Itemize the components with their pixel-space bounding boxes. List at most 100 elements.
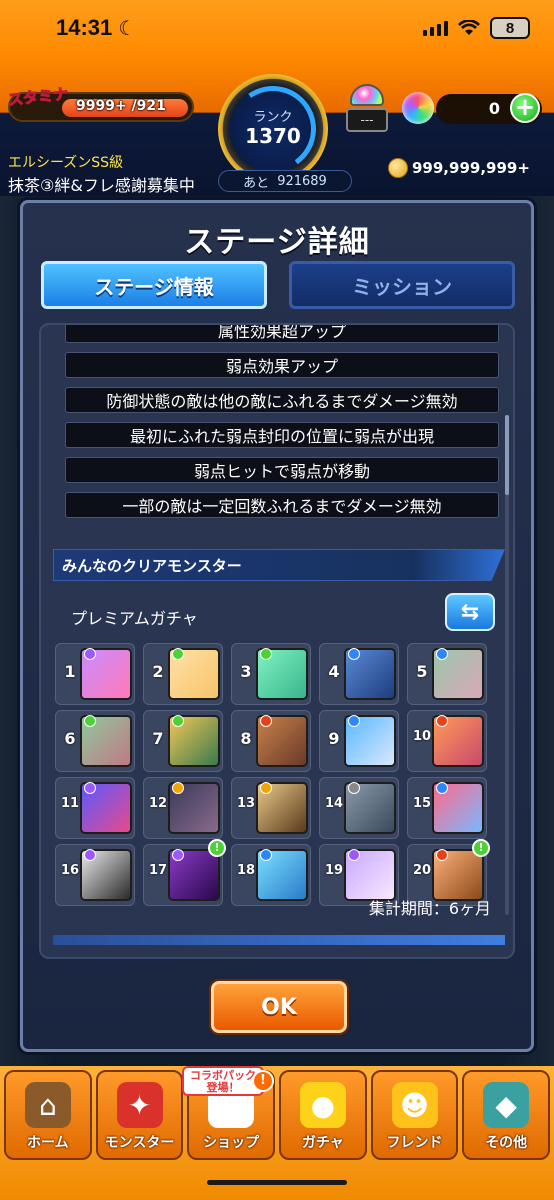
monster-cell[interactable]: 17! <box>143 839 226 906</box>
buy-orb-button[interactable]: + <box>510 93 540 123</box>
element-icon <box>172 849 184 861</box>
scrollbar[interactable] <box>505 415 509 915</box>
shop-alert-badge: ! <box>252 1070 274 1092</box>
orb-counter: 0 + <box>436 93 542 124</box>
tab-stage-info[interactable]: ステージ情報 <box>41 261 267 309</box>
monster-cell[interactable]: 15 <box>407 777 487 839</box>
orb-machine[interactable]: --- <box>346 84 388 138</box>
element-icon <box>348 849 360 861</box>
element-icon <box>348 782 360 794</box>
monster-rank: 13 <box>236 796 256 811</box>
nav-item-friend[interactable]: ☻ フレンド <box>370 1070 459 1160</box>
stamina-gauge[interactable]: スタミナ 9999+ /921 <box>7 84 194 122</box>
orb-count: 0 <box>488 99 500 118</box>
monster-cell[interactable]: 11 <box>55 777 135 839</box>
nav-item-other[interactable]: ◆ その他 <box>462 1070 551 1160</box>
clock: 14:31 <box>56 15 113 40</box>
stage-info-panel[interactable]: 属性効果超アップ 弱点効果アップ 防御状態の敵は他の敵にふれるまでダメージ無効 … <box>39 323 515 959</box>
monster-rank: 4 <box>328 662 340 681</box>
gimmick-item: 弱点効果アップ <box>65 352 499 378</box>
section-title: みんなのクリアモンスター <box>53 549 505 581</box>
gimmick-item: 属性効果超アップ <box>65 325 499 343</box>
element-icon <box>260 849 272 861</box>
gimmick-item: 一部の敵は一定回数ふれるまでダメージ無効 <box>65 492 499 518</box>
element-icon <box>84 648 96 660</box>
nav-item-gacha[interactable]: ● ガチャ <box>279 1070 367 1160</box>
monster-cell[interactable]: 9 <box>319 710 399 772</box>
monster-rank: 14 <box>324 796 344 811</box>
element-icon <box>348 715 360 727</box>
element-icon <box>260 782 272 794</box>
nav-item-label: ショップ <box>203 1135 260 1151</box>
stamina-value: 9999+ /921 <box>76 98 166 114</box>
monster-rank: 3 <box>240 662 252 681</box>
stage-detail-dialog: ステージ詳細 ステージ情報 ミッション 属性効果超アップ 弱点効果アップ 防御状… <box>20 200 534 1052</box>
orb-icon <box>402 92 434 124</box>
gacha-filter-label: プレミアムガチャ <box>71 609 198 628</box>
swap-filter-button[interactable]: ⇆ <box>445 593 495 631</box>
home-icon: ⌂ <box>24 1082 71 1128</box>
monster-rank: 15 <box>412 796 432 811</box>
guild-name: エルシーズンSS級 <box>8 155 124 171</box>
dialog-title: ステージ詳細 <box>184 225 370 260</box>
monster-cell[interactable]: 3 <box>231 643 311 705</box>
nav-item-label: ホーム <box>27 1135 69 1151</box>
nav-item-label: モンスター <box>104 1135 175 1151</box>
monster-rank: 19 <box>324 863 344 878</box>
other-icon: ◆ <box>483 1082 530 1128</box>
nav-item-home[interactable]: ⌂ ホーム <box>4 1070 92 1160</box>
monster-cell[interactable]: 2 <box>143 643 223 705</box>
monster-cell[interactable]: 16 <box>55 844 135 906</box>
game-header: スタミナ 9999+ /921 ランク 1370 --- 0 + エルシーズンS… <box>0 56 554 196</box>
aggregation-period: 集計期間：6ヶ月 <box>368 899 491 918</box>
monster-cell[interactable]: 14 <box>319 777 399 839</box>
wifi-icon <box>458 19 480 36</box>
element-icon <box>348 648 360 660</box>
monster-rank: 10 <box>412 729 432 744</box>
monster-cell[interactable]: 4 <box>319 643 399 705</box>
coin-value: 999,999,999+ <box>412 159 530 177</box>
gacha-icon: ● <box>299 1082 346 1128</box>
monster-rank: 6 <box>64 729 76 748</box>
monster-icon: ✦ <box>116 1082 163 1128</box>
element-icon <box>172 782 184 794</box>
monster-cell[interactable]: 1 <box>55 643 135 705</box>
monster-rank: 7 <box>152 729 164 748</box>
section-footer <box>53 935 505 945</box>
element-icon <box>260 648 272 660</box>
monster-cell[interactable]: 10 <box>407 710 487 772</box>
gimmick-item: 最初にふれた弱点封印の位置に弱点が出現 <box>65 422 499 448</box>
rank-badge[interactable]: ランク 1370 <box>218 74 328 184</box>
nav-item-label: その他 <box>485 1135 528 1151</box>
coin-icon <box>388 158 408 178</box>
scrollbar-thumb[interactable] <box>505 415 509 495</box>
nav-item-monster[interactable]: ✦ モンスター <box>95 1070 184 1160</box>
monster-rank: 16 <box>60 863 80 878</box>
element-icon <box>172 715 184 727</box>
monster-rank: 5 <box>416 662 428 681</box>
monster-cell[interactable]: 7 <box>143 710 223 772</box>
element-icon <box>84 782 96 794</box>
element-icon <box>84 849 96 861</box>
monster-cell[interactable]: 18 <box>231 844 311 906</box>
monster-cell[interactable]: 12 <box>143 777 223 839</box>
element-icon <box>436 715 448 727</box>
monster-rank: 2 <box>152 662 164 681</box>
monster-rank: 18 <box>236 863 256 878</box>
gimmick-item: 弱点ヒットで弱点が移動 <box>65 457 499 483</box>
monster-cell[interactable]: 6 <box>55 710 135 772</box>
element-icon <box>436 849 448 861</box>
tab-mission[interactable]: ミッション <box>289 261 515 309</box>
rank-value: 1370 <box>245 124 301 148</box>
swap-icon: ⇆ <box>460 599 480 625</box>
monster-rank: 1 <box>64 662 76 681</box>
ok-button[interactable]: OK <box>211 981 347 1033</box>
orb-machine-icon <box>350 84 384 106</box>
element-icon <box>436 648 448 660</box>
monster-cell[interactable]: 5 <box>407 643 487 705</box>
guild-message: 抹茶③絆&フレ感謝募集中 <box>8 176 195 195</box>
monster-cell[interactable]: 13 <box>231 777 311 839</box>
orb-machine-slot: --- <box>346 108 388 132</box>
monster-cell[interactable]: 8 <box>231 710 311 772</box>
signal-icon <box>423 20 448 36</box>
